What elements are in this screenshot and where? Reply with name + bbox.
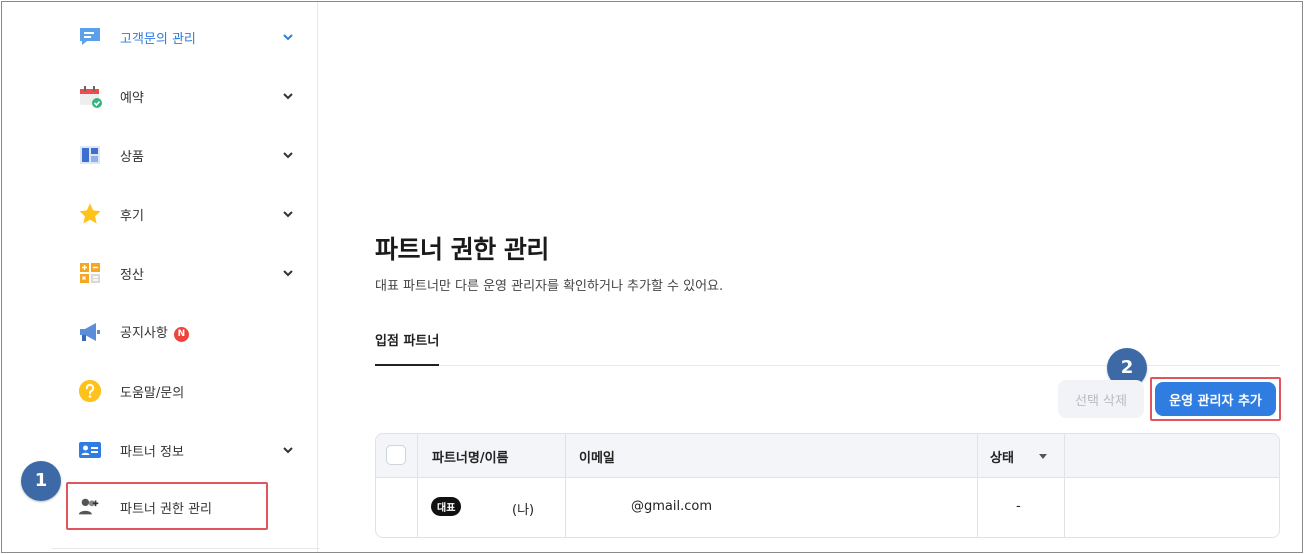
sidebar-item-reservation[interactable]: 예약 [2, 76, 318, 116]
sidebar-item-review[interactable]: 후기 [2, 194, 318, 234]
divider [52, 548, 320, 549]
product-grid-icon [78, 143, 102, 167]
sidebar-item-settlement[interactable]: 정산 [2, 253, 318, 293]
sidebar-item-customer-inquiry[interactable]: 고객문의 관리 [2, 17, 318, 57]
sidebar-item-label: 후기 [120, 208, 144, 224]
highlight-box-partner-permission [66, 482, 268, 530]
page-description: 대표 파트너만 다른 운영 관리자를 확인하거나 추가할 수 있어요. [375, 279, 724, 294]
chevron-down-icon[interactable] [282, 90, 294, 102]
highlight-box-add-button: 운영 관리자 추가 [1150, 377, 1281, 421]
sidebar-item-label: 정산 [120, 267, 144, 283]
column-divider [565, 434, 566, 537]
chevron-down-icon[interactable] [282, 208, 294, 220]
tab-partner[interactable]: 입점 파트너 [375, 330, 439, 349]
star-icon [78, 202, 102, 226]
sidebar-item-product[interactable]: 상품 [2, 135, 318, 175]
column-header-email: 이메일 [579, 451, 615, 466]
megaphone-icon [78, 320, 102, 344]
partner-table: 파트너명/이름 이메일 상태 대표 (나) @gmail.com - [375, 433, 1280, 538]
column-header-status[interactable]: 상태 [990, 447, 1014, 466]
sidebar-item-label: 도움말/문의 [120, 385, 185, 401]
sidebar-item-label: 파트너 정보 [120, 444, 184, 460]
sidebar-item-label: 예약 [120, 90, 144, 106]
sidebar-item-notice[interactable]: 공지사항 N [2, 312, 318, 352]
delete-selected-button[interactable]: 선택 삭제 [1058, 380, 1144, 418]
sidebar-item-help[interactable]: 도움말/문의 [2, 371, 318, 411]
column-divider [1064, 434, 1065, 537]
help-question-icon [78, 379, 102, 403]
representative-badge: 대표 [431, 497, 462, 516]
tab-active-indicator [375, 364, 439, 366]
column-divider [977, 434, 978, 537]
partner-name: (나) [512, 503, 535, 518]
chevron-down-icon[interactable] [282, 267, 294, 279]
chat-bubble-icon [78, 25, 102, 49]
page-title: 파트너 권한 관리 [375, 235, 549, 264]
chevron-down-icon[interactable] [282, 444, 294, 456]
chevron-down-icon[interactable] [282, 149, 294, 161]
select-all-checkbox[interactable] [386, 445, 406, 465]
step-badge-1: 1 [21, 461, 61, 501]
column-divider [417, 434, 418, 537]
partner-email: @gmail.com [631, 499, 713, 514]
caret-down-icon[interactable] [1039, 454, 1047, 459]
sidebar-item-label: 상품 [120, 149, 144, 165]
sidebar-item-label: 공지사항 N [120, 322, 189, 342]
chevron-down-icon[interactable] [282, 31, 294, 43]
calendar-check-icon [78, 84, 102, 108]
table-header [376, 434, 1279, 478]
id-card-icon [78, 438, 102, 462]
column-header-name: 파트너명/이름 [432, 451, 509, 466]
new-badge: N [173, 327, 189, 342]
sidebar-item-label: 고객문의 관리 [120, 31, 196, 47]
add-operator-button[interactable]: 운영 관리자 추가 [1155, 382, 1276, 416]
partner-status: - [1016, 499, 1021, 514]
calculator-icon [78, 261, 102, 285]
